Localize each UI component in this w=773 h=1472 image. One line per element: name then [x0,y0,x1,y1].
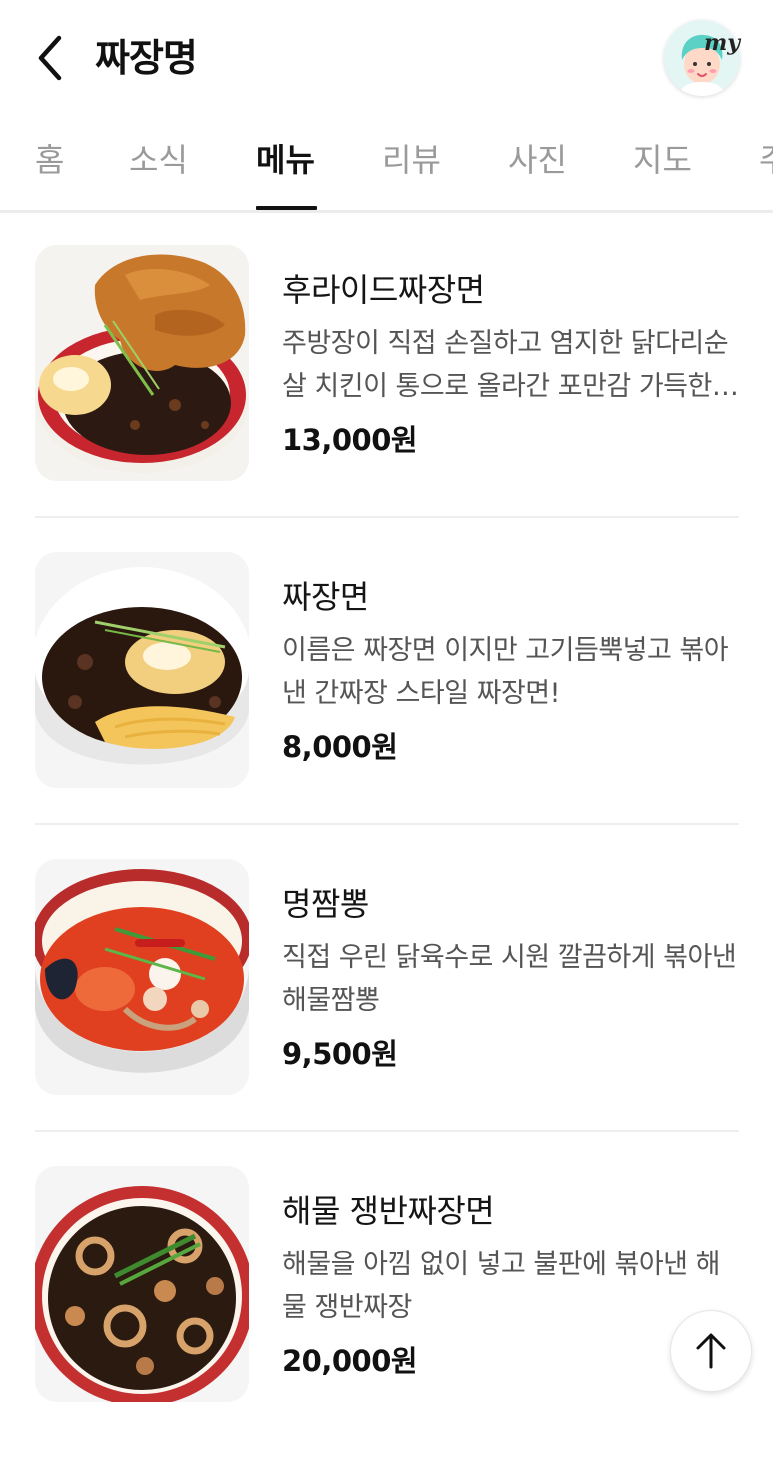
menu-item[interactable]: 명짬뽕 직접 우린 닭육수로 시원 깔끔하게 볶아낸 해물짬뽕 9,500원 [0,859,773,1165]
page-title: 짜장명 [95,36,198,80]
menu-description: 이름은 짜장면 이지만 고기듬뿍넣고 볶아낸 간짜장 스타일 짜장면! [282,635,729,709]
tab-menu[interactable]: 메뉴 [256,112,315,210]
scroll-to-top-button[interactable] [670,1310,752,1392]
tab-more[interactable]: 주 [759,112,773,210]
back-button[interactable] [28,30,72,86]
chevron-left-icon [38,35,62,81]
tab-home[interactable]: 홈 [35,112,64,210]
menu-name: 후라이드짜장면 [282,271,485,309]
menu-description: 직접 우린 닭육수로 시원 깔끔하게 볶아낸 해물짬뽕 [282,942,737,1016]
menu-price: 20,000원 [282,1344,418,1378]
tab-photos[interactable]: 사진 [508,112,567,210]
menu-photo [35,552,249,788]
menu-name: 명짬뽕 [282,885,369,923]
divider [35,516,739,518]
menu-item[interactable]: 후라이드짜장면 주방장이 직접 손질하고 염지한 닭다리순살 치킨이 통으로 올… [0,245,773,551]
tab-news[interactable]: 소식 [129,112,188,210]
tab-map[interactable]: 지도 [633,112,692,210]
menu-price: 8,000원 [282,730,398,764]
menu-item[interactable]: 짜장면 이름은 짜장면 이지만 고기듬뿍넣고 볶아낸 간짜장 스타일 짜장면! … [0,552,773,858]
tab-reviews[interactable]: 리뷰 [382,112,441,210]
avatar-my-label: my [704,30,741,56]
menu-description: 주방장이 직접 손질하고 염지한 닭다리순살 치킨이 통으로 올라간 포만감 가… [282,328,729,402]
menu-price: 13,000원 [282,423,418,457]
menu-photo [35,1166,249,1402]
arrow-up-icon [696,1333,726,1369]
menu-price: 9,500원 [282,1037,398,1071]
menu-photo [35,245,249,481]
divider [35,1130,739,1132]
menu-item[interactable]: 해물 쟁반짜장면 해물을 아낌 없이 넣고 불판에 볶아낸 해물 쟁반짜장 20… [0,1166,773,1472]
tab-bar: 홈 소식 메뉴 리뷰 사진 지도 주 [0,112,773,213]
divider [35,823,739,825]
top-app-bar: 짜장명 my [0,0,773,112]
menu-photo [35,859,249,1095]
menu-name: 해물 쟁반짜장면 [282,1192,495,1230]
menu-description: 해물을 아낌 없이 넣고 불판에 볶아낸 해물 쟁반짜장 [282,1249,720,1323]
menu-name: 짜장면 [282,578,369,616]
active-tab-indicator [256,206,317,210]
my-profile-button[interactable]: my [664,20,740,96]
